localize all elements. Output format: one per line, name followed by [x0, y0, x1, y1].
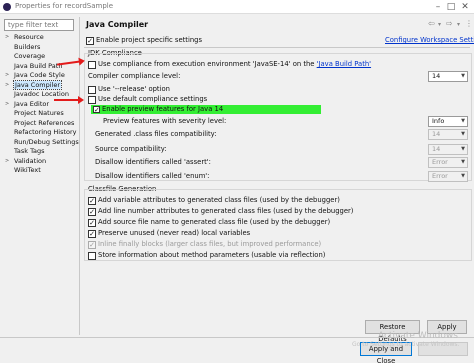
expand-arrow-icon[interactable]: > — [5, 157, 9, 167]
preserve-unused-checkbox[interactable] — [88, 230, 96, 238]
expand-arrow-icon[interactable]: > — [5, 33, 9, 43]
expand-arrow-icon[interactable]: > — [5, 81, 9, 91]
inline-finally-checkbox[interactable] — [88, 241, 96, 249]
back-arrow-icon[interactable]: ⇦ — [428, 19, 435, 28]
tree-item-coverage[interactable]: Coverage — [3, 52, 79, 62]
compliance-level-label: Compiler compliance level: — [88, 72, 181, 80]
tree-item-resource[interactable]: > Resource — [3, 33, 79, 43]
preview-severity-select[interactable]: Info ▼ — [428, 116, 468, 127]
view-menu-icon[interactable]: ⋮ — [465, 19, 473, 28]
activation-watermark-hint: Go to Settings to activate Windows. — [352, 341, 460, 348]
class-compat-label: Generated .class files compatibility: — [95, 130, 217, 138]
tree-item-java-code-style[interactable]: > Java Code Style — [3, 71, 79, 81]
chevron-down-icon: ▼ — [461, 73, 465, 79]
back-menu-icon[interactable]: ▾ — [438, 21, 441, 28]
release-option-checkbox[interactable] — [88, 86, 96, 94]
method-parameters-label: Store information about method parameter… — [98, 251, 326, 259]
close-icon[interactable]: ✕ — [459, 1, 471, 13]
chevron-down-icon: ▼ — [461, 118, 465, 124]
eclipse-icon — [3, 3, 11, 11]
property-tree: > Resource Builders Coverage Java Build P… — [3, 33, 79, 176]
inline-finally-label: Inline finally blocks (larger class file… — [98, 240, 322, 248]
configure-workspace-link[interactable]: Configure Workspace Settings... — [385, 36, 474, 45]
preserve-unused-label: Preserve unused (never read) local varia… — [98, 229, 251, 237]
disallow-assert-select[interactable]: Error ▼ — [428, 157, 468, 168]
chevron-down-icon: ▼ — [461, 173, 465, 179]
tree-item-task-tags[interactable]: Task Tags — [3, 147, 79, 157]
forward-arrow-icon[interactable]: ⇨ — [446, 19, 453, 28]
preview-severity-label: Preview features with severity level: — [103, 117, 227, 125]
tree-item-wikitext[interactable]: WikiText — [3, 166, 79, 176]
class-compat-select[interactable]: 14 ▼ — [428, 129, 468, 140]
separator — [84, 47, 470, 48]
tree-item-project-natures[interactable]: Project Natures — [3, 109, 79, 119]
filter-input[interactable] — [4, 19, 74, 31]
enable-project-specific-label: Enable project specific settings — [96, 36, 203, 44]
expand-arrow-icon[interactable]: > — [5, 100, 9, 110]
enable-preview-label: Enable preview features for Java 14 — [102, 105, 224, 113]
tree-item-refactoring-history[interactable]: Refactoring History — [3, 128, 79, 138]
disallow-assert-label: Disallow identifiers called 'assert': — [95, 158, 211, 166]
minimize-icon[interactable]: – — [432, 1, 444, 13]
line-number-attributes-label: Add line number attributes to generated … — [98, 207, 354, 215]
tree-item-run-debug-settings[interactable]: Run/Debug Settings — [3, 138, 79, 148]
use-compliance-label: Use compliance from execution environmen… — [98, 60, 372, 68]
variable-attributes-label: Add variable attributes to generated cla… — [98, 196, 340, 204]
source-compat-label: Source compatibility: — [95, 145, 167, 153]
tree-item-builders[interactable]: Builders — [3, 43, 79, 53]
release-option-label: Use '--release' option — [98, 85, 170, 93]
tree-item-project-references[interactable]: Project References — [3, 119, 79, 129]
disallow-enum-select[interactable]: Error ▼ — [428, 171, 468, 182]
source-compat-select[interactable]: 14 ▼ — [428, 144, 468, 155]
forward-menu-icon[interactable]: ▾ — [457, 21, 460, 28]
chevron-down-icon: ▼ — [461, 146, 465, 152]
tree-item-java-compiler[interactable]: > Java Compiler — [3, 79, 79, 91]
activation-watermark: Activate Windows — [378, 331, 458, 341]
expand-arrow-icon[interactable]: > — [5, 71, 9, 81]
title-bar: Properties for recordSample – □ ✕ — [0, 0, 474, 14]
chevron-down-icon: ▼ — [461, 159, 465, 165]
page-title: Java Compiler — [86, 20, 149, 29]
default-compliance-checkbox[interactable] — [88, 96, 96, 104]
java-build-path-link[interactable]: 'Java Build Path' — [317, 60, 371, 68]
source-file-name-checkbox[interactable] — [88, 219, 96, 227]
enable-preview-checkbox[interactable] — [93, 106, 100, 113]
maximize-icon[interactable]: □ — [445, 1, 457, 13]
source-file-name-label: Add source file name to generated class … — [98, 218, 331, 226]
use-compliance-checkbox[interactable] — [88, 61, 96, 69]
line-number-attributes-checkbox[interactable] — [88, 208, 96, 216]
compliance-level-select[interactable]: 14 ▼ — [428, 71, 468, 82]
variable-attributes-checkbox[interactable] — [88, 197, 96, 205]
tree-item-validation[interactable]: > Validation — [3, 157, 79, 167]
enable-project-specific-checkbox[interactable] — [86, 37, 94, 45]
window-title: Properties for recordSample — [15, 2, 114, 10]
default-compliance-label: Use default compliance settings — [98, 95, 208, 103]
disallow-enum-label: Disallow identifiers called 'enum': — [95, 172, 210, 180]
annotation-arrow — [54, 96, 84, 104]
chevron-down-icon: ▼ — [461, 131, 465, 137]
method-parameters-checkbox[interactable] — [88, 252, 96, 260]
